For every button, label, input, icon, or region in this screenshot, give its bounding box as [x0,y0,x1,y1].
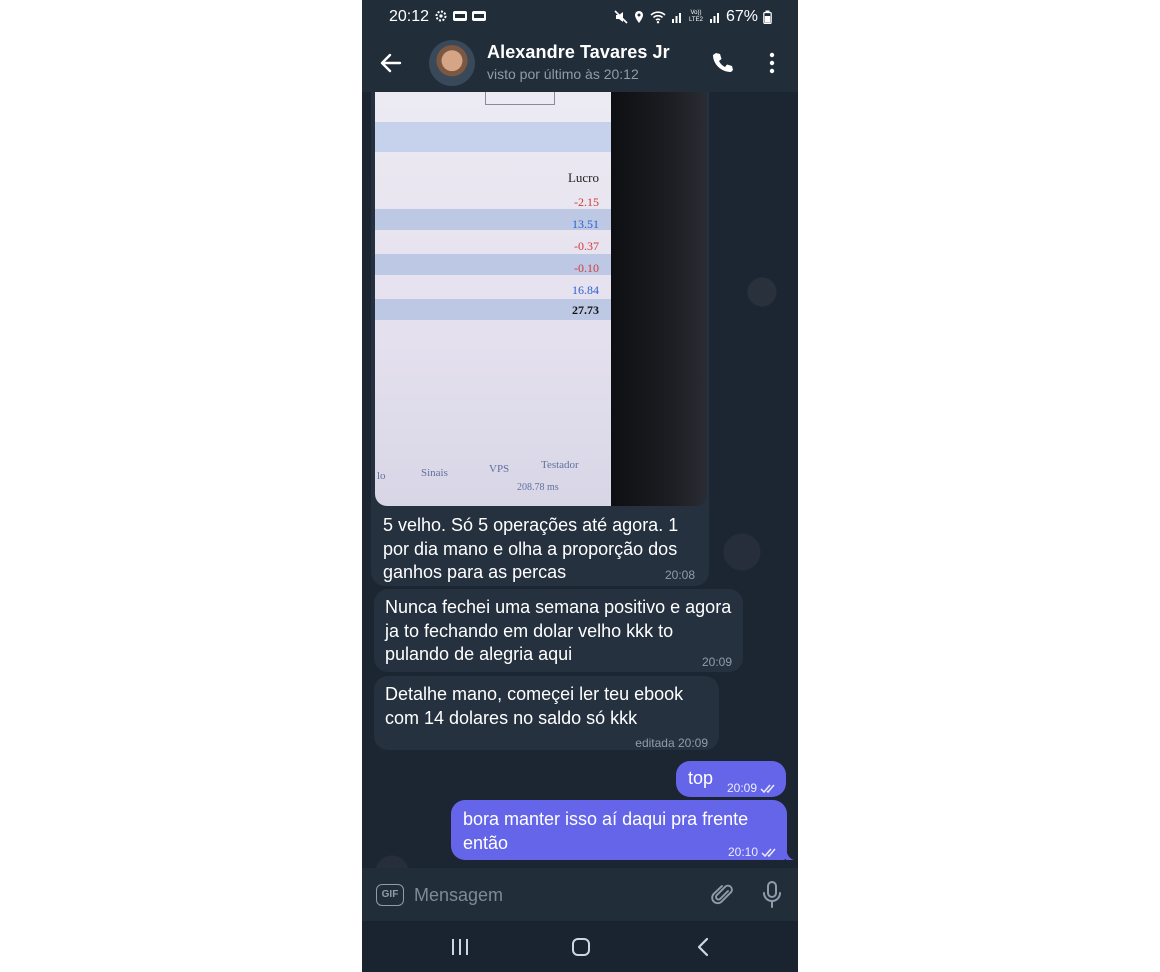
attach-button[interactable] [710,882,736,908]
message-bubble-incoming[interactable]: Lucro -2.15 13.51 -0.37 -0.10 16.84 27.7… [371,92,709,586]
photo-bottom-tabs: lo Sinais VPS Testador 208.78 ms [375,458,611,493]
photo-dark-edge [611,92,707,506]
message-time: 20:09 [701,655,732,669]
message-meta: 20:10 [728,841,779,865]
photo-tab: Sinais [421,467,448,479]
message-time: editada 20:09 [635,736,708,750]
photo-value: -0.10 [574,261,599,275]
status-icons: Vo)) LTE2 67% [614,8,772,26]
mic-button[interactable] [760,880,784,910]
signal-icon [671,13,681,23]
message-text: Detalhe mano, começei ler teu ebook com … [385,684,684,728]
photo-column-header: Lucro [567,170,599,185]
bubble-tail [786,848,794,860]
message-input[interactable] [414,880,684,910]
network-label: Vo)) LTE2 [689,10,703,23]
photo-value: -0.37 [574,239,599,253]
chat-header: Alexandre Tavares Jr visto por último às… [362,34,798,92]
message-time: 20:10 [727,845,758,859]
photo-ping: 208.78 ms [517,482,559,493]
message-text: Nunca fechei uma semana positivo e agora… [385,597,732,664]
photo-screen-content: Lucro -2.15 13.51 -0.37 -0.10 16.84 27.7… [375,92,611,506]
avatar[interactable] [429,40,475,86]
system-nav-bar [362,921,798,972]
message-bubble-incoming[interactable]: Nunca fechei uma semana positivo e agora… [374,589,743,672]
photo-attachment[interactable]: Lucro -2.15 13.51 -0.37 -0.10 16.84 27.7… [375,92,707,506]
status-time: 20:12 [389,8,430,25]
last-seen-status: visto por último às 20:12 [487,66,639,82]
message-bubble-outgoing[interactable]: top 20:09 [676,761,786,797]
battery-level: 67% [725,8,758,25]
signal-icon-2 [709,13,719,23]
message-time: 20:08 [665,568,696,582]
back-button[interactable] [378,50,404,76]
message-text: top [688,768,714,788]
call-button[interactable] [709,50,735,76]
message-bubble-outgoing[interactable]: bora manter isso aí daqui pra frente ent… [451,800,787,860]
notification-icon [453,11,467,21]
double-check-icon [760,784,775,793]
notification-icon-2 [472,11,486,21]
double-check-icon [761,848,776,857]
photo-value-total: 27.73 [572,303,599,317]
battery-icon [763,10,772,24]
home-button[interactable] [569,935,593,959]
settings-icon [435,10,447,22]
photo-value: 16.84 [572,283,599,297]
photo-tab: VPS [489,463,510,475]
gif-button[interactable]: GIF [376,884,404,906]
contact-name[interactable]: Alexandre Tavares Jr [487,42,670,63]
message-text: 5 velho. Só 5 operações até agora. 1 por… [383,515,679,582]
photo-tab: Testador [541,459,579,471]
mute-icon [614,10,628,24]
wifi-icon [650,11,666,24]
photo-value: 13.51 [572,217,599,231]
message-meta: 20:09 [727,777,778,801]
photo-table-edge [485,92,555,105]
message-bubble-incoming[interactable]: Detalhe mano, começei ler teu ebook com … [374,676,719,750]
chat-area[interactable]: Lucro -2.15 13.51 -0.37 -0.10 16.84 27.7… [362,92,798,868]
back-nav-button[interactable] [692,935,716,959]
location-icon [634,11,643,23]
photo-tab: lo [377,470,386,482]
phone-screen: 20:12 Vo)) LTE2 67% Alexandre Tavares Jr… [362,0,798,972]
status-bar: 20:12 Vo)) LTE2 67% [362,0,798,34]
photo-value: -2.15 [574,195,599,209]
message-time: 20:09 [726,781,757,795]
message-input-bar: GIF [362,868,798,921]
recent-apps-button[interactable] [448,935,472,959]
photo-toolbar [375,122,611,152]
more-options-button[interactable] [762,50,782,76]
